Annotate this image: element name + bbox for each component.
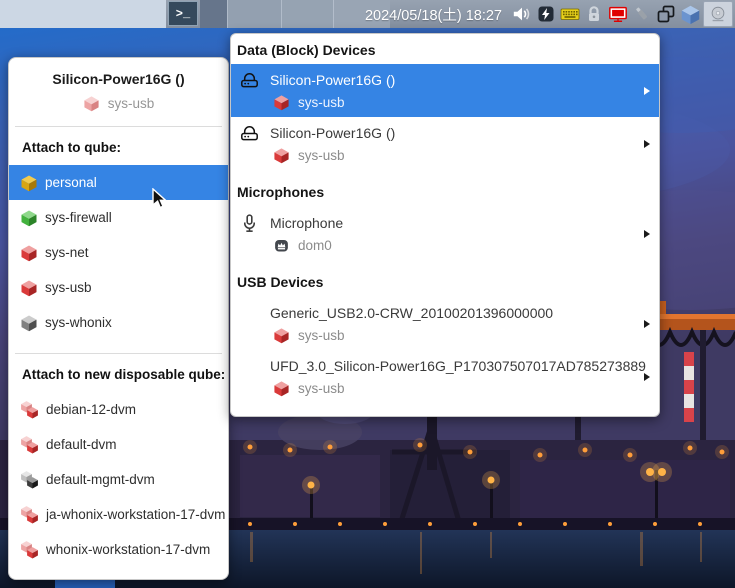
lock-icon[interactable] <box>583 3 605 25</box>
menu-item-label: whonix-workstation-17-dvm <box>46 542 211 557</box>
qube-icon-pale-red <box>83 95 100 112</box>
dispvm-icon-red <box>20 435 39 454</box>
qube-icon-red <box>273 380 290 397</box>
device-name: Microphone <box>270 215 344 231</box>
qube-icon-red <box>273 94 290 111</box>
clock[interactable]: 2024/05/18(土) 18:27 <box>365 4 502 25</box>
device-name: Generic_USB2.0-CRW_20100201396000000 <box>270 305 554 321</box>
menu-item-label: debian-12-dvm <box>46 402 137 417</box>
menu-item-sys-net[interactable]: sys-net <box>9 235 228 270</box>
qube-icon-gray <box>20 314 38 332</box>
disk-icon <box>711 6 725 22</box>
section-header-block-devices: Data (Block) Devices <box>237 42 376 58</box>
devices-menu: Data (Block) Devices Silicon-Power16G ()… <box>230 33 660 417</box>
menu-item-sys-usb[interactable]: sys-usb <box>9 270 228 305</box>
qube-icon-red <box>273 147 290 164</box>
section-header-microphones: Microphones <box>237 184 325 200</box>
section-header-usb-devices: USB Devices <box>237 274 324 290</box>
taskbar-segment <box>281 0 334 28</box>
qubes-update-monitor-icon[interactable] <box>607 3 629 25</box>
keyboard-layout-icon[interactable] <box>559 3 581 25</box>
microphone-icon <box>243 213 256 232</box>
menu-item-sys-firewall[interactable]: sys-firewall <box>9 200 228 235</box>
terminal-launcher-button[interactable]: >_ <box>168 1 198 26</box>
menu-item-whonix-workstation-17-dvm[interactable]: whonix-workstation-17-dvm <box>9 532 228 567</box>
device-row-silicon-power-2[interactable]: Silicon-Power16G () sys-usb <box>231 117 659 170</box>
device-vm: sys-usb <box>298 147 345 163</box>
drive-icon <box>239 70 260 91</box>
taskbar-segment <box>227 0 282 28</box>
device-row-silicon-power-1[interactable]: Silicon-Power16G () sys-usb <box>231 64 659 117</box>
battery-icon[interactable] <box>535 3 557 25</box>
attach-submenu: Silicon-Power16G () sys-usb Attach to qu… <box>8 57 229 580</box>
qube-icon-yellow <box>20 174 38 192</box>
qubes-domains-icon[interactable] <box>679 3 701 25</box>
system-tray: 2024/05/18(土) 18:27 <box>365 0 733 28</box>
dispvm-icon-red <box>20 400 39 419</box>
submenu-arrow-icon <box>644 139 650 148</box>
submenu-arrow-icon <box>644 229 650 238</box>
menu-item-default-dvm[interactable]: default-dvm <box>9 427 228 462</box>
device-vm: sys-usb <box>298 380 345 396</box>
device-backend-vm-label: sys-usb <box>107 95 155 111</box>
menu-item-label: sys-usb <box>45 280 92 295</box>
menu-item-label: ja-whonix-workstation-17-dvm <box>46 507 226 522</box>
menu-item-sys-whonix[interactable]: sys-whonix <box>9 305 228 340</box>
device-vm: sys-usb <box>298 94 345 110</box>
volume-icon[interactable] <box>511 3 533 25</box>
device-row-ufd-silicon-power[interactable]: UFD_3.0_Silicon-Power16G_P170307507017AD… <box>231 350 659 403</box>
menu-item-label: default-mgmt-dvm <box>46 472 155 487</box>
drive-icon <box>239 123 260 144</box>
attach-section-label: Attach to qube: <box>22 140 121 155</box>
menu-item-label: sys-whonix <box>45 315 112 330</box>
menu-item-debian-12-dvm[interactable]: debian-12-dvm <box>9 392 228 427</box>
dom0-icon <box>275 239 288 251</box>
menu-item-label: default-dvm <box>46 437 117 452</box>
submenu-arrow-icon <box>644 372 650 381</box>
dispvm-icon-red <box>20 505 39 524</box>
qube-icon-red <box>273 327 290 344</box>
device-name: Silicon-Power16G () <box>270 125 396 141</box>
panel-empty-area <box>0 0 166 28</box>
submenu-arrow-icon <box>644 319 650 328</box>
device-row-generic-usb[interactable]: Generic_USB2.0-CRW_20100201396000000 sys… <box>231 297 659 350</box>
menu-item-label: sys-firewall <box>45 210 112 225</box>
menu-item-label: sys-net <box>45 245 89 260</box>
top-panel: >_ 2024/05/18(土) 18:27 <box>0 0 735 28</box>
device-title: Silicon-Power16G () <box>52 71 185 87</box>
qube-icon-red <box>20 279 38 297</box>
device-backend-vm: sys-usb <box>9 93 228 113</box>
taskbar-segment <box>200 0 227 28</box>
mouse-cursor <box>152 188 168 209</box>
usb-stick-icon[interactable] <box>631 3 653 25</box>
device-vm: sys-usb <box>298 327 345 343</box>
disposable-section-label: Attach to new disposable qube: <box>22 367 226 382</box>
menu-item-default-mgmt-dvm[interactable]: default-mgmt-dvm <box>9 462 228 497</box>
device-vm: dom0 <box>298 237 332 253</box>
device-name: Silicon-Power16G () <box>270 72 396 88</box>
device-name: UFD_3.0_Silicon-Power16G_P170307507017AD… <box>270 358 646 374</box>
dispvm-icon-black <box>20 470 39 489</box>
submenu-arrow-icon <box>644 86 650 95</box>
qube-icon-red <box>20 244 38 262</box>
terminal-icon: >_ <box>175 6 191 21</box>
menu-item-label: personal <box>45 175 97 190</box>
device-row-microphone[interactable]: Microphone dom0 <box>231 207 659 260</box>
dispvm-icon-red <box>20 540 39 559</box>
menu-item-ja-whonix-workstation-17-dvm[interactable]: ja-whonix-workstation-17-dvm <box>9 497 228 532</box>
menu-item-personal[interactable]: personal <box>9 165 228 200</box>
clipboard-icon[interactable] <box>655 3 677 25</box>
qube-icon-green <box>20 209 38 227</box>
devices-widget-button[interactable] <box>703 1 733 27</box>
